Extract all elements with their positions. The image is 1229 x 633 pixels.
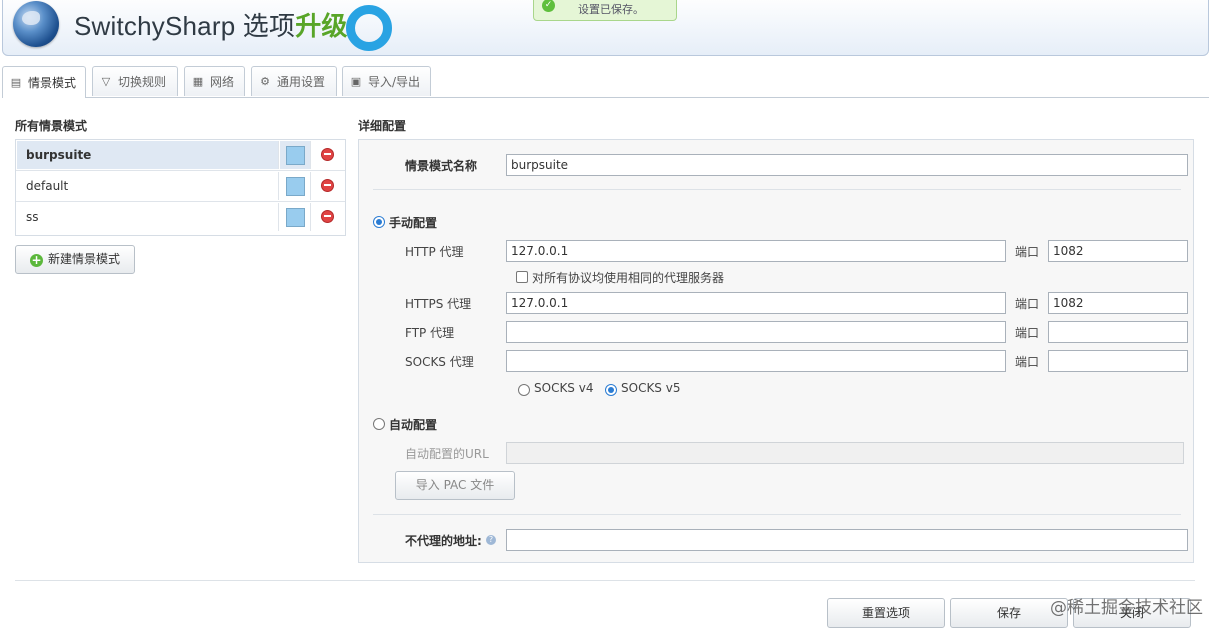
socks-proxy-input[interactable] (506, 350, 1006, 372)
saved-toast: ✓ 设置已保存。 (533, 0, 677, 21)
tab-label: 情景模式 (28, 76, 77, 90)
profile-name-label: 情景模式名称 (405, 159, 478, 173)
auto-config-url-input[interactable] (506, 442, 1184, 464)
auto-config-label: 自动配置 (389, 418, 438, 432)
import-pac-button[interactable]: 导入 PAC 文件 (395, 471, 515, 500)
details-heading: 详细配置 (358, 119, 407, 133)
globe-logo-icon (13, 1, 59, 47)
socks-v5-label: SOCKS v5 (621, 381, 681, 395)
delete-profile-icon[interactable] (321, 210, 334, 223)
profile-color-cell[interactable] (280, 141, 311, 169)
delete-profile-icon[interactable] (321, 148, 334, 161)
port-label: 端口 (1015, 355, 1040, 369)
ftp-proxy-input[interactable] (506, 321, 1006, 343)
tab-label: 网络 (210, 75, 235, 89)
watermark: @稀土掘金技术社区 (1050, 598, 1203, 618)
port-label: 端口 (1015, 297, 1040, 311)
app-title-text: SwitchySharp 选项 (74, 11, 296, 41)
http-proxy-input[interactable] (506, 240, 1006, 262)
tab-divider (2, 97, 1209, 98)
plus-icon: + (30, 253, 43, 267)
tab-import-export[interactable]: ▣ 导入/导出 (342, 66, 431, 96)
help-icon[interactable]: ? (486, 535, 496, 545)
tab-network[interactable]: ▦ 网络 (184, 66, 245, 96)
tab-label: 导入/导出 (368, 75, 421, 89)
auto-config-url-label: 自动配置的URL (405, 447, 489, 461)
auto-config-radio[interactable] (373, 418, 385, 430)
footer-divider (15, 580, 1195, 581)
profile-color-cell[interactable] (280, 172, 311, 200)
bypass-list-label: 不代理的地址: (405, 534, 482, 548)
https-proxy-label: HTTPS 代理 (405, 297, 472, 311)
socks-port-input[interactable] (1048, 350, 1188, 372)
save-icon: ▣ (350, 74, 362, 88)
tab-switch-rules[interactable]: ▽ 切换规则 (92, 66, 178, 96)
http-proxy-label: HTTP 代理 (405, 245, 464, 259)
manual-config-label: 手动配置 (389, 216, 438, 230)
delete-profile-icon[interactable] (321, 179, 334, 192)
list-item[interactable]: default (16, 171, 345, 202)
socks-v5-radio[interactable] (605, 384, 617, 396)
profile-icon: ▤ (10, 75, 22, 89)
profiles-heading: 所有情景模式 (15, 119, 88, 133)
list-item[interactable]: burpsuite (16, 140, 345, 171)
color-swatch[interactable] (286, 208, 305, 227)
tab-label: 切换规则 (118, 75, 167, 89)
https-proxy-input[interactable] (506, 292, 1006, 314)
http-port-input[interactable] (1048, 240, 1188, 262)
new-profile-label: 新建情景模式 (47, 252, 120, 266)
color-swatch[interactable] (286, 177, 305, 196)
upgrade-link[interactable]: 升级 (295, 11, 347, 41)
tab-general-settings[interactable]: ⚙ 通用设置 (251, 66, 337, 96)
ftp-port-input[interactable] (1048, 321, 1188, 343)
manual-config-radio[interactable] (373, 216, 385, 228)
reset-button[interactable]: 重置选项 (827, 598, 945, 628)
divider (373, 514, 1181, 515)
ftp-proxy-label: FTP 代理 (405, 326, 455, 340)
same-proxy-label: 对所有协议均使用相同的代理服务器 (532, 271, 725, 285)
list-item[interactable]: ss (16, 202, 345, 233)
socks-v4-label: SOCKS v4 (534, 381, 594, 395)
tab-label: 通用设置 (277, 75, 326, 89)
port-label: 端口 (1015, 326, 1040, 340)
profile-name-input[interactable] (506, 154, 1188, 176)
profile-name[interactable]: ss (17, 203, 279, 231)
profile-name[interactable]: default (17, 172, 279, 200)
bypass-list-input[interactable] (506, 529, 1188, 551)
new-profile-button[interactable]: + 新建情景模式 (15, 245, 135, 274)
profile-color-cell[interactable] (280, 203, 311, 231)
divider (373, 189, 1181, 190)
network-icon: ▦ (192, 74, 204, 88)
loading-spinner-icon (346, 5, 392, 51)
checkmark-icon: ✓ (542, 0, 555, 12)
gear-icon: ⚙ (260, 74, 270, 88)
filter-icon: ▽ (101, 74, 111, 88)
port-label: 端口 (1015, 245, 1040, 259)
toast-message: 设置已保存。 (578, 3, 644, 16)
profile-list: burpsuite default ss (15, 139, 346, 236)
app-title: SwitchySharp 选项升级 (74, 6, 348, 43)
socks-v4-radio[interactable] (518, 384, 530, 396)
tab-profiles[interactable]: ▤ 情景模式 (2, 66, 86, 98)
https-port-input[interactable] (1048, 292, 1188, 314)
color-swatch[interactable] (286, 146, 305, 165)
socks-proxy-label: SOCKS 代理 (405, 355, 474, 369)
same-proxy-checkbox[interactable] (516, 271, 528, 283)
profile-name[interactable]: burpsuite (17, 141, 279, 169)
